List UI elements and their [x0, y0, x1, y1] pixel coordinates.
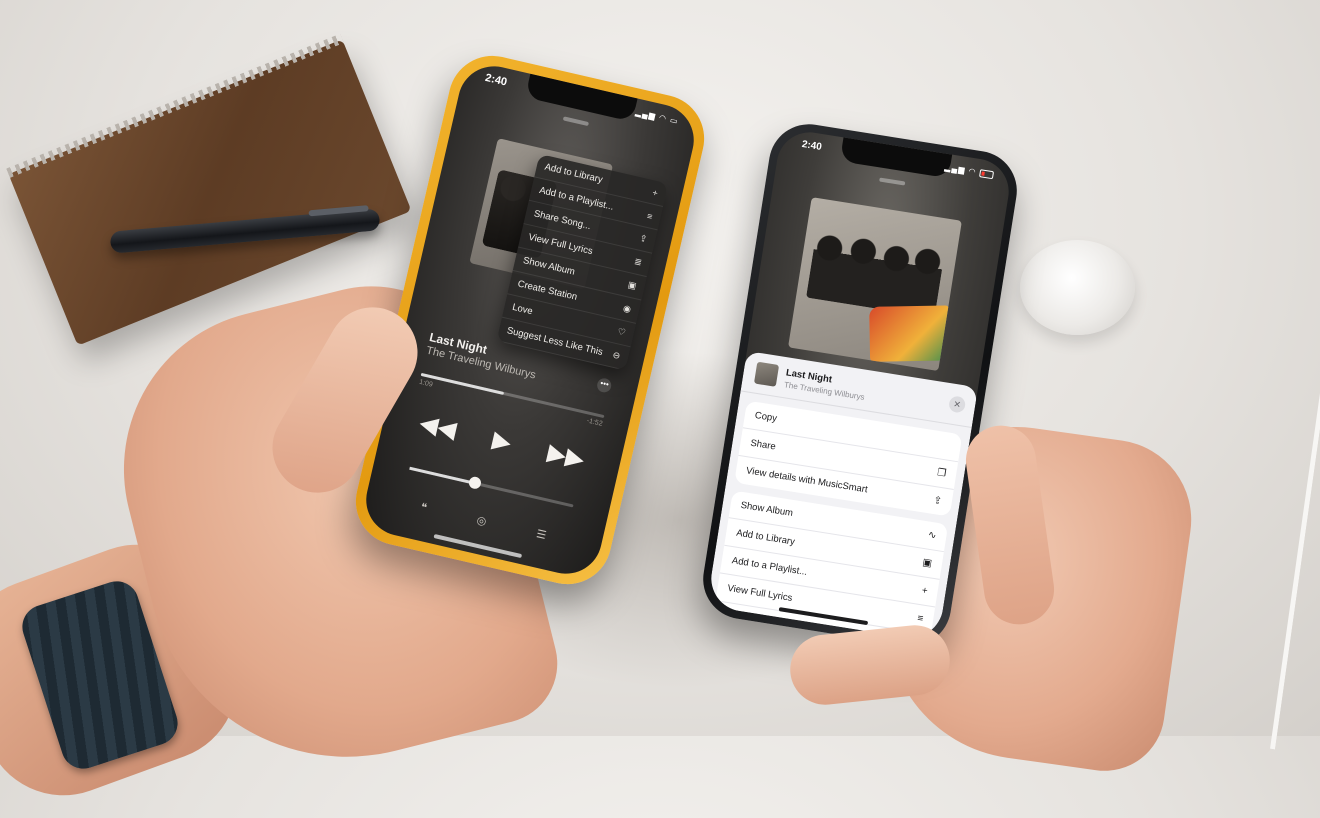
- volume-knob[interactable]: [467, 475, 483, 491]
- waveform-icon: ∿: [927, 529, 938, 542]
- menu-item-label: Love: [511, 301, 534, 318]
- station-icon: ◉: [622, 302, 633, 315]
- playlist-icon: ≡: [916, 612, 924, 625]
- album-artwork: [788, 197, 962, 372]
- menu-item-label: View Full Lyrics: [726, 582, 794, 604]
- cellular-icon: ▂▄▆: [943, 162, 967, 175]
- playlist-icon: ≡: [646, 210, 654, 222]
- plus-icon: +: [920, 585, 929, 598]
- airplay-icon[interactable]: ◎: [475, 513, 487, 528]
- thumbs-down-icon: ⊖: [611, 349, 622, 362]
- battery-icon: [979, 169, 995, 180]
- queue-icon[interactable]: ☰: [535, 527, 548, 542]
- wifi-icon: ◠: [967, 166, 978, 177]
- heart-icon: ♡: [616, 326, 627, 338]
- close-icon[interactable]: ✕: [948, 395, 967, 414]
- menu-item-label: Share: [749, 437, 777, 453]
- menu-item-label: Copy: [754, 410, 778, 425]
- album-icon: ▣: [626, 279, 638, 291]
- sheet-thumbnail: [753, 361, 780, 387]
- fast-forward-icon[interactable]: ▶▶: [545, 438, 587, 475]
- cellular-icon: ▂▄▆: [634, 107, 657, 122]
- elapsed-time: 1:09: [418, 378, 434, 389]
- share-sheet: Last Night The Traveling Wilburys ✕ Copy…: [706, 350, 979, 643]
- volume-fill: [409, 466, 476, 485]
- status-icons: ▂▄▆ ◠: [943, 162, 995, 180]
- magsafe-charger: [1020, 240, 1135, 335]
- menu-item-label: Show Album: [739, 499, 794, 520]
- wifi-icon: ◠: [658, 112, 668, 124]
- plus-icon: +: [651, 186, 659, 198]
- album-icon: ▣: [921, 557, 933, 570]
- volume-slider[interactable]: [409, 466, 574, 508]
- lyrics-icon[interactable]: ❝: [419, 500, 428, 514]
- status-icons: ▂▄▆ ◠ ▭: [635, 108, 680, 127]
- remaining-time: -1:52: [586, 417, 604, 428]
- battery-icon: ▭: [669, 115, 680, 127]
- notebook-spiral: [6, 33, 344, 178]
- status-time: 2:40: [801, 139, 823, 154]
- more-icon[interactable]: •••: [595, 376, 613, 394]
- progress-track[interactable]: [420, 372, 605, 419]
- play-icon[interactable]: ▶: [490, 425, 515, 457]
- album-logo-graphic: [869, 305, 951, 362]
- menu-item-label: Add to a Playlist...: [731, 555, 808, 578]
- sheet-grabber[interactable]: [879, 177, 906, 186]
- rewind-icon[interactable]: ◀◀: [417, 408, 459, 445]
- share-icon: ⇪: [932, 494, 943, 508]
- share-icon: ⇪: [638, 232, 649, 245]
- sheet-grabber[interactable]: [562, 116, 590, 127]
- status-time: 2:40: [484, 71, 509, 89]
- album-artwork-figures: [806, 228, 946, 318]
- menu-item-label: Add to Library: [735, 527, 796, 548]
- copy-icon: ❐: [936, 467, 947, 480]
- lyrics-icon: ≣: [633, 256, 643, 268]
